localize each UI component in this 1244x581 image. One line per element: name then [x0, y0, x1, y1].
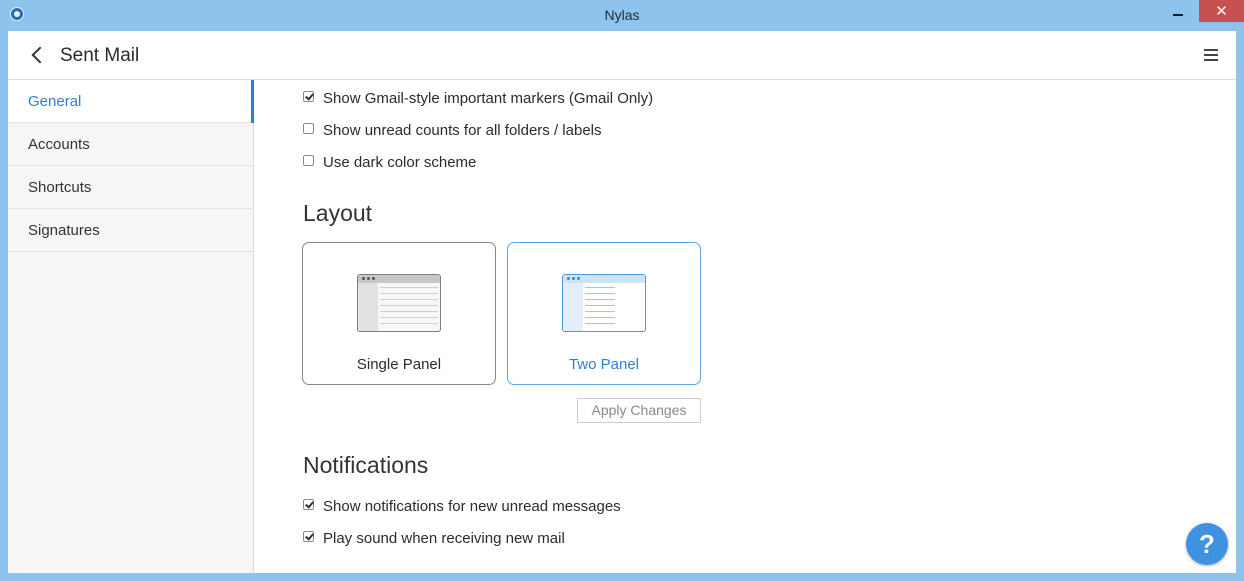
back-arrow-icon[interactable] [31, 46, 49, 64]
two-panel-thumbnail [562, 274, 646, 332]
option-gmail-markers[interactable]: Show Gmail-style important markers (Gmai… [303, 88, 653, 108]
layout-card-two-panel[interactable]: Two Panel [507, 242, 701, 385]
close-icon: ✕ [1215, 3, 1228, 20]
gmail-markers-checkbox[interactable] [303, 90, 314, 102]
window-titlebar: Nylas ✕ [0, 0, 1244, 31]
preferences-sidebar: General Accounts Shortcuts Signatures [8, 80, 254, 573]
single-panel-thumbnail [357, 274, 441, 332]
close-button[interactable]: ✕ [1199, 0, 1244, 22]
window-title: Nylas [604, 7, 640, 23]
option-label: Use dark color scheme [323, 153, 477, 171]
sidebar-item-general[interactable]: General [8, 80, 254, 123]
option-play-sound[interactable]: Play sound when receiving new mail [303, 528, 565, 548]
notifications-checkbox[interactable] [303, 498, 314, 510]
notifications-heading: Notifications [303, 452, 429, 478]
option-label: Play sound when receiving new mail [323, 529, 565, 547]
unread-counts-checkbox[interactable] [303, 122, 314, 134]
option-dark-scheme[interactable]: Use dark color scheme [303, 152, 476, 172]
layout-heading: Layout [303, 200, 373, 226]
option-unread-counts[interactable]: Show unread counts for all folders / lab… [303, 120, 602, 140]
dark-scheme-checkbox[interactable] [303, 154, 314, 166]
sidebar-item-accounts[interactable]: Accounts [8, 123, 253, 166]
menu-line [1204, 54, 1218, 56]
minimize-button[interactable] [1164, 0, 1192, 22]
option-new-message-notifications[interactable]: Show notifications for new unread messag… [303, 496, 621, 516]
toolbar: Sent Mail [8, 31, 1236, 80]
option-label: Show unread counts for all folders / lab… [323, 121, 602, 139]
layout-card-label: Two Panel [568, 356, 640, 373]
layout-card-single-panel[interactable]: Single Panel [302, 242, 496, 385]
menu-line [1204, 59, 1218, 61]
help-button[interactable]: ? [1186, 523, 1228, 565]
window-client: Sent Mail General Accounts Shortcuts Sig… [8, 31, 1236, 573]
page-title: Sent Mail [60, 45, 140, 66]
minimize-icon [1173, 14, 1183, 16]
option-label: Show Gmail-style important markers (Gmai… [323, 89, 654, 107]
apply-changes-button[interactable]: Apply Changes [577, 398, 701, 423]
hamburger-menu-icon[interactable] [1204, 49, 1218, 61]
sidebar-item-signatures[interactable]: Signatures [8, 209, 253, 252]
menu-line [1204, 49, 1218, 51]
general-preferences-panel: Show Gmail-style important markers (Gmai… [254, 80, 1236, 573]
play-sound-checkbox[interactable] [303, 530, 314, 542]
layout-card-label: Single Panel [356, 356, 442, 373]
option-label: Show notifications for new unread messag… [323, 497, 621, 515]
sidebar-item-shortcuts[interactable]: Shortcuts [8, 166, 253, 209]
